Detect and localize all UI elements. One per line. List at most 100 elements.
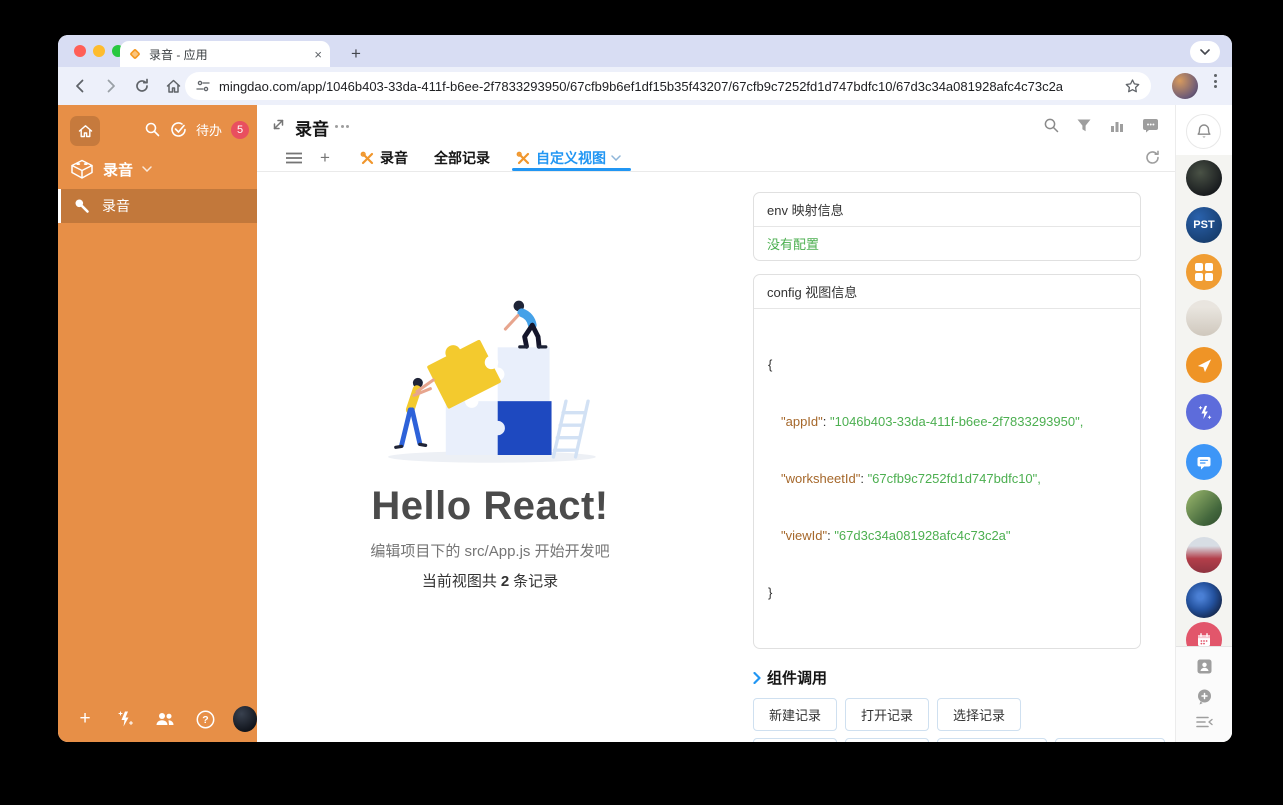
browser-menu-icon[interactable]	[1207, 74, 1223, 88]
chevron-down-icon[interactable]	[611, 155, 621, 161]
refresh-view-button[interactable]	[1144, 149, 1161, 171]
chevron-down-icon	[142, 166, 152, 172]
collapse-dock-button[interactable]	[1195, 713, 1213, 731]
app-name: 录音	[103, 161, 134, 179]
statistics-icon[interactable]	[1108, 116, 1126, 134]
members-icon[interactable]	[152, 711, 178, 727]
address-bar[interactable]: mingdao.com/app/1046b403-33da-411f-b6ee-…	[185, 72, 1151, 100]
hello-react-section: Hello React! 编辑项目下的 src/App.js 开始开发吧 当前视…	[257, 172, 723, 742]
tab-title: 录音 - 应用	[149, 47, 208, 62]
magic-workflow-icon[interactable]	[112, 710, 138, 728]
contact-card-icon	[1197, 659, 1211, 673]
view-tab-bar: + 录音 全部记录 自定义视图	[257, 145, 1175, 172]
app-sidebar: 待办 5 录音 录音 + ?	[58, 105, 257, 742]
hello-title: Hello React!	[371, 484, 609, 528]
dock-send-button[interactable]	[1186, 347, 1222, 383]
env-info-box: env 映射信息 没有配置	[753, 192, 1141, 261]
forward-button[interactable]	[97, 72, 125, 100]
config-json: { "appId": "1046b403-33da-411f-b6ee-2f78…	[768, 357, 1084, 600]
app-switcher[interactable]: 录音	[58, 153, 257, 185]
view-tab-label: 录音	[380, 150, 408, 166]
view-tab-recording[interactable]: 录音	[360, 145, 408, 171]
right-dock: PST	[1175, 105, 1232, 742]
puzzle-illustration	[388, 300, 596, 463]
browser-toolbar: mingdao.com/app/1046b403-33da-411f-b6ee-…	[58, 67, 1232, 105]
dock-bottom-section	[1176, 646, 1232, 742]
new-tab-button[interactable]: +	[344, 42, 368, 66]
todo-count-badge[interactable]: 5	[231, 120, 249, 139]
open-record-button[interactable]: 打开记录	[845, 698, 930, 731]
back-button[interactable]	[66, 72, 94, 100]
sidebar-item-recording[interactable]: 录音	[58, 189, 257, 223]
select-org-role-button[interactable]: 选择组织角色	[937, 738, 1048, 742]
dock-apps-button[interactable]	[1186, 254, 1222, 290]
filter-icon[interactable]	[1075, 116, 1093, 134]
close-window-button[interactable]	[74, 45, 86, 57]
close-tab-icon[interactable]: ×	[314, 48, 322, 61]
app-content: 待办 5 录音 录音 + ? 录音 + 录音 全部记录 自定义视图 Hello …	[58, 105, 1232, 742]
discussion-icon[interactable]	[1141, 116, 1159, 134]
home-nav-button[interactable]	[70, 116, 100, 146]
dock-chat-button[interactable]	[1186, 444, 1222, 480]
list-collapse-icon	[1195, 716, 1213, 728]
components-section-header[interactable]: 组件调用	[753, 667, 1141, 688]
home-button[interactable]	[159, 72, 187, 100]
dock-avatar-4[interactable]	[1186, 537, 1222, 573]
view-list-icon[interactable]	[285, 152, 303, 164]
bell-icon	[1197, 124, 1210, 138]
dock-avatar-1[interactable]	[1186, 160, 1222, 196]
todo-check-icon[interactable]	[170, 121, 187, 138]
add-button[interactable]: +	[72, 708, 98, 730]
dock-avatar-3[interactable]	[1186, 490, 1222, 526]
select-department-button[interactable]: 选择部门	[845, 738, 930, 742]
dock-avatar-earth[interactable]	[1186, 582, 1222, 618]
browser-profile-avatar[interactable]	[1172, 73, 1198, 99]
browser-window: 录音 - 应用 × + mingdao.com/app/1046b403-33d…	[58, 35, 1232, 742]
dock-automation-button[interactable]	[1186, 394, 1222, 430]
reload-button[interactable]	[128, 72, 156, 100]
custom-view-body: Hello React! 编辑项目下的 src/App.js 开始开发吧 当前视…	[257, 172, 1175, 742]
more-options-icon[interactable]	[335, 125, 349, 128]
config-info-box: config 视图信息 { "appId": "1046b403-33da-41…	[753, 274, 1141, 649]
sidebar-item-label: 录音	[102, 198, 130, 214]
add-view-button[interactable]: +	[316, 148, 334, 168]
components-section-title: 组件调用	[767, 670, 828, 687]
browser-tab[interactable]: 录音 - 应用 ×	[120, 41, 330, 67]
debug-panel: env 映射信息 没有配置 config 视图信息 { "appId": "10…	[753, 192, 1166, 742]
user-avatar[interactable]	[232, 706, 257, 732]
notifications-button[interactable]	[1186, 114, 1221, 149]
dock-pst-badge[interactable]: PST	[1186, 207, 1222, 243]
help-icon[interactable]: ?	[193, 710, 219, 729]
dock-avatar-2[interactable]	[1186, 300, 1222, 336]
todo-label[interactable]: 待办	[196, 120, 222, 139]
config-box-title: config 视图信息	[754, 275, 1140, 309]
contacts-button[interactable]	[1195, 657, 1213, 675]
chevron-down-icon	[1200, 49, 1210, 55]
collapse-diagonal-icon[interactable]	[271, 117, 286, 137]
chevron-right-icon	[753, 671, 761, 684]
custom-view-icon	[360, 151, 374, 164]
select-record-button[interactable]: 选择记录	[937, 698, 1022, 731]
custom-view-icon	[516, 151, 530, 164]
search-icon[interactable]	[144, 121, 161, 138]
minimize-window-button[interactable]	[93, 45, 105, 57]
new-record-button[interactable]: 新建记录	[753, 698, 838, 731]
record-count-value: 2	[500, 573, 510, 590]
app-cube-icon	[71, 159, 93, 179]
tab-search-button[interactable]	[1190, 41, 1220, 63]
view-tab-custom-view[interactable]: 自定义视图	[512, 145, 631, 171]
chat-plus-icon	[1197, 689, 1211, 704]
site-info-icon[interactable]	[195, 79, 211, 93]
new-chat-button[interactable]	[1195, 687, 1213, 705]
chat-icon	[1197, 456, 1211, 469]
select-map-location-button[interactable]: 选择地图定位	[1055, 738, 1166, 742]
view-tab-label: 自定义视图	[536, 150, 606, 166]
view-tab-all-records[interactable]: 全部记录	[434, 145, 490, 171]
lightning-icon	[1198, 405, 1211, 419]
bookmark-star-icon[interactable]	[1124, 78, 1141, 95]
record-search-icon[interactable]	[1042, 116, 1060, 134]
component-buttons-row-1: 新建记录 打开记录 选择记录	[753, 698, 1141, 731]
url-text[interactable]: mingdao.com/app/1046b403-33da-411f-b6ee-…	[219, 79, 1116, 94]
grid-icon	[1194, 262, 1214, 282]
select-user-button[interactable]: 选择人员	[753, 738, 838, 742]
